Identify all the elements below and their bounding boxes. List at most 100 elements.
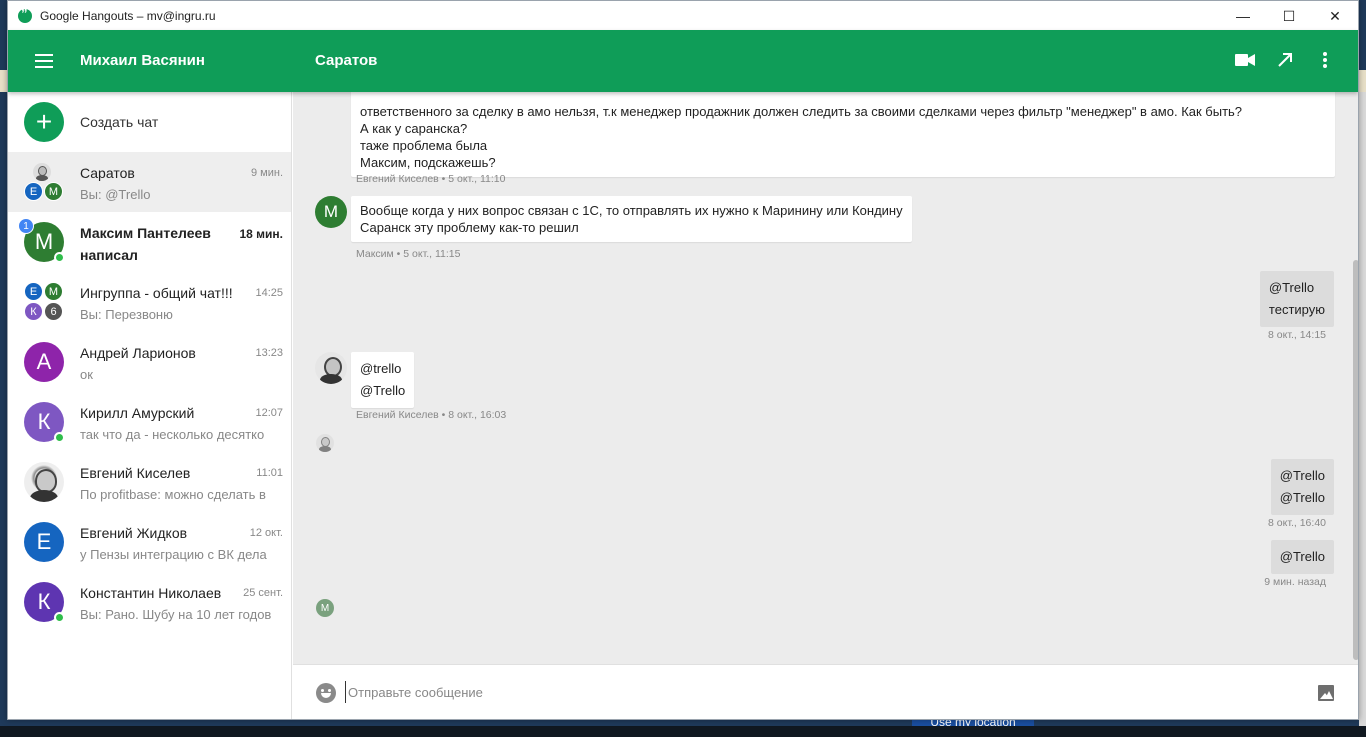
message-bubble-outgoing: @Trello [1270,540,1334,574]
conversation-preview: По profitbase: можно сделать в [80,487,266,502]
mini-avatar: Е [24,282,43,301]
message-line: А как у саранска? [360,121,468,136]
conversation-preview: у Пензы интеграцию с ВК дела [80,547,267,562]
sender-avatar: М [315,196,347,228]
message-bubble: ответственного за сделку в амо нельзя, т… [351,92,1335,177]
conversation-konstantin-nikolaev[interactable]: К Константин Николаев 25 сент. Вы: Рано.… [8,572,291,632]
conversation-time: 14:25 [255,287,283,299]
message-bubble: @trello @Trello [351,352,415,408]
message-thread[interactable]: ответственного за сделку в амо нельзя, т… [293,92,1358,664]
conversation-evgeny-kiselev[interactable]: Евгений Киселев 11:01 По profitbase: мож… [8,452,291,512]
new-chat-label: Создать чат [80,114,159,130]
conversation-name: Ингруппа - общий чат!!! [80,285,233,301]
message-line: @trello [360,361,402,376]
avatar-photo [33,163,51,181]
user-avatar: А [24,342,64,382]
app-header: Михаил Васянин Саратов [8,30,1358,92]
conversation-name: Максим Пантелеев написал [80,225,211,263]
conversation-preview: ок [80,367,93,382]
message-line: Саранск эту проблему как-то решил [360,220,579,235]
unread-count-badge: 1 [18,218,34,234]
conversation-name: Саратов [80,165,135,181]
mini-avatar: М [44,282,63,301]
conversation-time: 12:07 [255,407,283,419]
message-line: @Trello [1268,280,1315,295]
mini-avatar: М [44,182,63,201]
conversation-time: 18 мин. [239,227,283,241]
new-chat-button[interactable]: + Создать чат [8,92,291,152]
message-line: тестирую [1268,302,1325,317]
hangouts-window: Google Hangouts – mv@ingru.ru — ☐ ✕ Миха… [7,0,1359,720]
read-receipt-avatar: М [316,599,334,617]
avatar-circle: А [24,342,64,382]
read-receipt-avatar [316,434,334,452]
conversation-name: Андрей Ларионов [80,345,196,361]
message-line: @Trello [1279,468,1325,483]
conversation-preview: так что да - несколько десятко [80,427,265,442]
conversation-preview: Вы: Рано. Шубу на 10 лет годов [80,607,272,622]
conversation-preview: Вы: Перезвоню [80,307,173,322]
mini-avatar: К [24,302,43,321]
message-line: ответственного за сделку в амо нельзя, т… [360,104,1243,119]
hangouts-logo-icon [18,6,32,23]
conversation-name: Константин Николаев [80,585,222,601]
conversation-time: 25 сент. [243,587,283,599]
user-avatar: Е [24,522,64,562]
conversation-kirill-amursky[interactable]: К Кирилл Амурский 12:07 так что да - нес… [8,392,291,452]
window-title: Google Hangouts – mv@ingru.ru [40,9,216,23]
conversation-time: 11:01 [256,467,283,479]
header-actions [1234,48,1336,72]
video-call-icon[interactable] [1234,48,1256,72]
user-avatar: К [24,582,65,623]
image-attach-icon[interactable] [1318,685,1334,701]
popout-icon[interactable] [1274,48,1296,72]
title-bar: Google Hangouts – mv@ingru.ru — ☐ ✕ [8,1,1358,31]
minimize-button[interactable]: — [1220,1,1266,31]
menu-icon[interactable] [35,54,53,68]
conversation-andrey-larionov[interactable]: А Андрей Ларионов 13:23 ок [8,332,291,392]
conversation-time: 9 мин. [250,167,283,179]
taskbar [0,726,1366,737]
background-window-edge [1359,92,1366,726]
message-meta: Максим • 5 окт., 11:15 [356,248,461,260]
emoji-icon[interactable] [316,683,336,703]
conversation-ingruppa[interactable]: Е М К 6 Ингруппа - общий чат!!! 14:25 Вы… [8,272,291,332]
sender-avatar-photo [315,352,347,384]
message-bubble-outgoing: @Trello @Trello [1270,459,1334,515]
message-input[interactable] [345,681,1245,703]
maximize-button[interactable]: ☐ [1266,1,1312,31]
user-avatar [24,462,64,502]
conversation-list: + Создать чат Е М Саратов 9 мин. Вы: @Tr… [8,92,292,719]
close-button[interactable]: ✕ [1312,1,1358,31]
mini-avatar: 6 [44,302,63,321]
group-avatar: Е М [24,162,64,202]
message-meta: 8 окт., 14:15 [1268,329,1326,341]
message-meta: Евгений Киселев • 5 окт., 11:10 [356,173,506,185]
user-avatar: К [24,402,65,443]
message-line: @Trello [1279,490,1325,505]
conversation-time: 12 окт. [249,527,283,539]
conversation-time: 13:23 [255,347,283,359]
message-meta: Евгений Киселев • 8 окт., 16:03 [356,409,507,421]
conversation-name: Кирилл Амурский [80,405,195,421]
mini-avatar: Е [24,182,43,201]
online-status-indicator [54,432,65,443]
conversation-maxim-panteleev[interactable]: М 1 Максим Пантелеев написал 18 мин. [8,212,291,272]
more-vert-icon[interactable] [1314,48,1336,72]
user-avatar: М 1 [18,218,65,263]
message-line: @Trello [1279,549,1325,564]
conversation-saratov[interactable]: Е М Саратов 9 мин. Вы: @Trello [8,152,291,212]
online-status-indicator [54,252,65,263]
conversation-preview: Вы: @Trello [80,187,151,202]
plus-icon: + [24,102,64,142]
message-line: Вообще когда у них вопрос связан с 1С, т… [360,203,903,218]
avatar-circle: Е [24,522,64,562]
conversation-title[interactable]: Саратов [315,52,377,69]
message-line: @Trello [360,383,406,398]
scrollbar-thumb[interactable] [1353,260,1358,660]
thread-scrollbar[interactable] [1352,92,1358,664]
message-line: таже проблема была [360,138,488,153]
online-status-indicator [54,612,65,623]
conversation-evgeny-zhidkov[interactable]: Е Евгений Жидков 12 окт. у Пензы интегра… [8,512,291,572]
avatar-photo [24,462,64,502]
